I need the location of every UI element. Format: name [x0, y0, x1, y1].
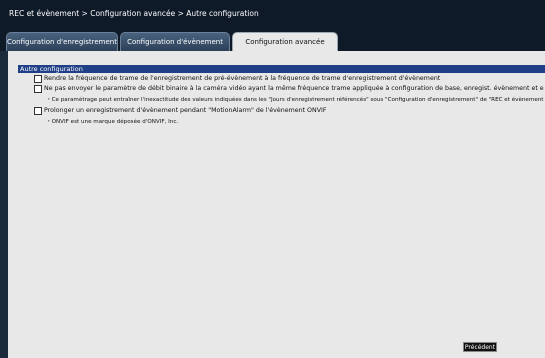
checkbox-prerecord-framerate[interactable] — [34, 75, 42, 83]
option-bitrate-param-label: Ne pas envoyer le paramètre de débit bin… — [44, 85, 544, 92]
tab-bar: Configuration d'enregistrement Configura… — [0, 27, 545, 52]
checkbox-bitrate-param[interactable] — [34, 85, 42, 93]
tab-recording-config[interactable]: Configuration d'enregistrement — [6, 32, 118, 51]
checkbox-motionalarm-extend[interactable] — [34, 107, 42, 115]
breadcrumb: REC et évènement > Configuration avancée… — [0, 0, 545, 27]
section-header: Autre configuration — [18, 65, 545, 73]
tab-event-config[interactable]: Configuration d'évènement — [120, 32, 230, 51]
option-motionalarm-label: Prolonger un enregistrement d'évènement … — [44, 107, 327, 114]
option-onvif-note: ・ONVIF est une marque déposée d'ONVIF, I… — [46, 119, 179, 125]
settings-panel: Autre configuration Rendre la fréquence … — [8, 51, 545, 358]
tab-advanced-config[interactable]: Configuration avancée — [232, 32, 338, 52]
option-bitrate-note: ・Ce paramétrage peut entraîner l'inexact… — [46, 97, 544, 103]
option-prerecord-framerate-label: Rendre la fréquence de trame de l'enregi… — [44, 75, 441, 82]
previous-button[interactable]: Précédent — [463, 342, 497, 352]
